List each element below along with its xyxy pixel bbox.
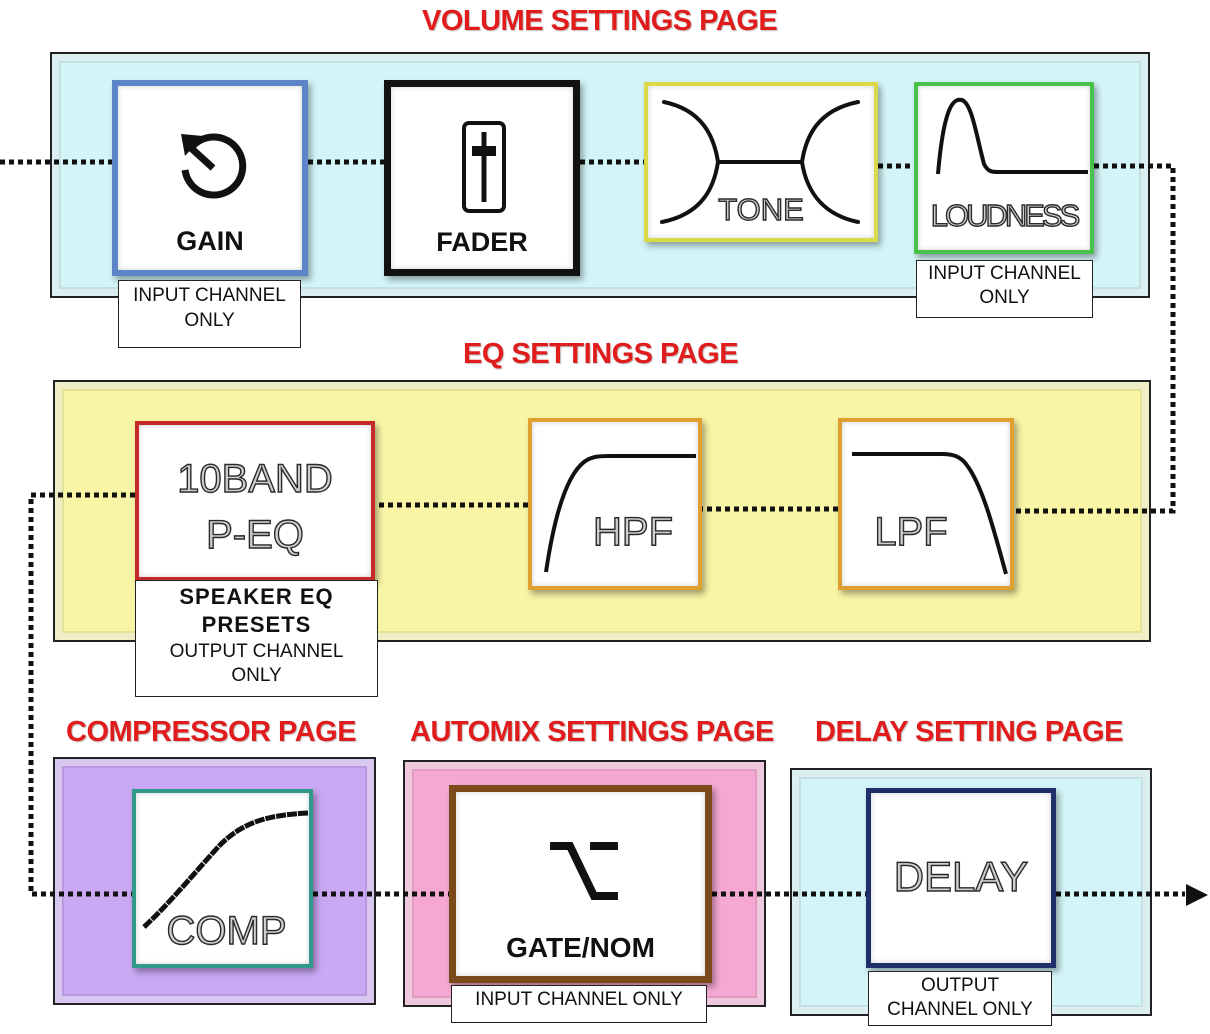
peq-label-line2: P-EQ — [205, 512, 304, 557]
output-arrow-icon — [1186, 884, 1208, 906]
delay-note: OUTPUT CHANNEL ONLY — [868, 971, 1052, 1026]
eq-section-title: EQ SETTINGS PAGE — [463, 338, 739, 370]
peq-note-line2: PRESETS — [201, 612, 312, 637]
gain-label: GAIN — [176, 226, 244, 256]
loudness-curve-icon — [936, 97, 1088, 175]
peq-module[interactable]: 10BAND P-EQ — [135, 421, 375, 581]
gate-module[interactable]: GATE/NOM — [449, 785, 712, 983]
delay-note-line1: OUTPUT — [920, 975, 1000, 996]
peq-note-line1: SPEAKER EQ — [179, 584, 334, 609]
gate-note: INPUT CHANNEL ONLY — [451, 985, 707, 1023]
peq-note: SPEAKER EQ PRESETS OUTPUT CHANNEL ONLY — [135, 580, 378, 697]
tone-module[interactable]: TONE — [644, 82, 878, 242]
compressor-section-title: COMPRESSOR PAGE — [66, 716, 357, 748]
fader-module[interactable]: FADER — [384, 80, 580, 276]
loudness-note: INPUT CHANNEL ONLY — [916, 260, 1093, 318]
delay-section-title: DELAY SETTING PAGE — [815, 716, 1123, 748]
gate-label: GATE/NOM — [506, 932, 655, 963]
comp-label: COMP — [166, 908, 287, 953]
loudness-note-line1: INPUT CHANNEL — [928, 263, 1081, 284]
delay-label: DELAY — [893, 852, 1029, 900]
lpf-label: LPF — [874, 509, 949, 554]
comp-module[interactable]: COMP — [132, 789, 313, 968]
loudness-note-line2: ONLY — [979, 287, 1030, 308]
peq-note-line4: ONLY — [231, 665, 282, 686]
loudness-label: LOUDNESS — [930, 197, 1081, 233]
delay-module[interactable]: DELAY — [866, 788, 1056, 968]
gain-note: INPUT CHANNEL ONLY — [118, 280, 301, 348]
hpf-label: HPF — [592, 509, 673, 554]
fader-slider-icon — [462, 121, 506, 213]
automix-section-title: AUTOMIX SETTINGS PAGE — [410, 716, 774, 748]
loudness-module[interactable]: LOUDNESS — [914, 82, 1094, 254]
gain-note-line1: INPUT CHANNEL — [133, 285, 286, 306]
gain-module[interactable]: GAIN — [112, 80, 308, 276]
peq-label-line1: 10BAND — [176, 456, 333, 501]
gain-knob-icon — [181, 133, 247, 199]
peq-note-line3: OUTPUT CHANNEL — [169, 641, 344, 662]
volume-section-title: VOLUME SETTINGS PAGE — [422, 5, 778, 37]
gate-switch-icon — [550, 842, 618, 900]
lpf-module[interactable]: LPF — [838, 418, 1014, 590]
hpf-module[interactable]: HPF — [528, 418, 702, 590]
gain-note-line2: ONLY — [184, 310, 235, 331]
delay-note-line2: CHANNEL ONLY — [887, 999, 1033, 1020]
tone-label: TONE — [718, 191, 805, 227]
fader-label: FADER — [436, 227, 528, 257]
